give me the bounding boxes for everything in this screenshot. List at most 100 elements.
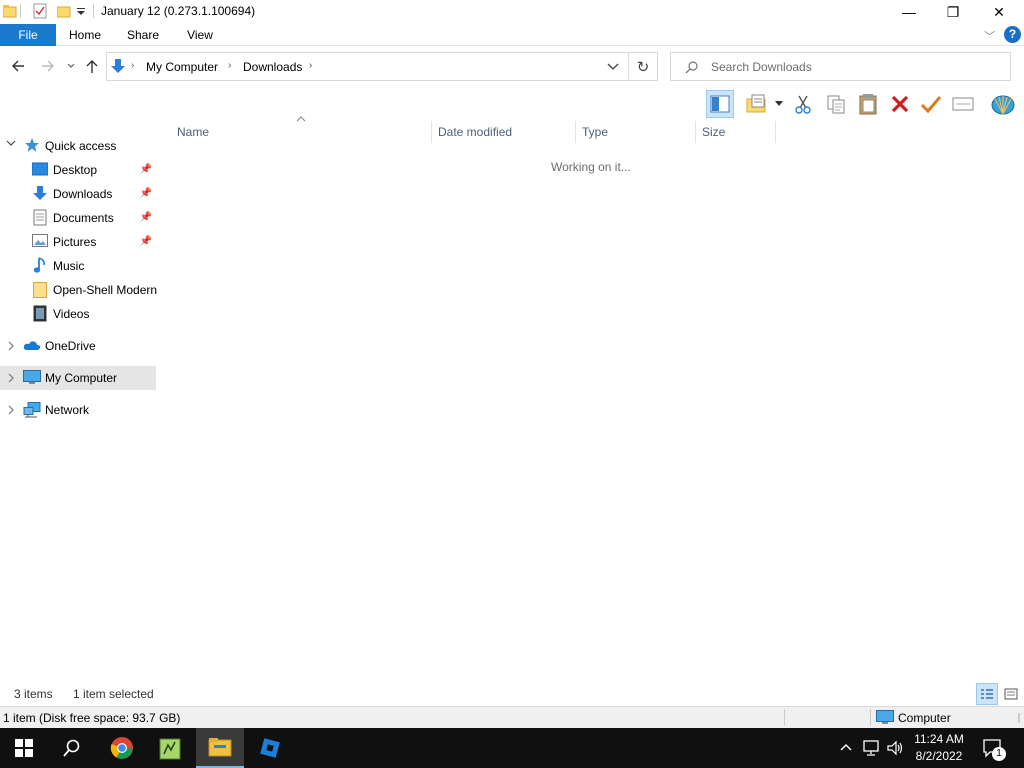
pin-icon[interactable]: 📌 <box>140 164 152 175</box>
location-text: Computer <box>898 711 951 725</box>
column-header-type[interactable]: Type <box>576 121 696 143</box>
close-button[interactable]: ✕ <box>976 0 1022 24</box>
restore-button[interactable]: ❐ <box>930 0 976 24</box>
envelope-icon <box>952 96 974 112</box>
nav-item-videos[interactable]: Videos <box>0 302 156 326</box>
chevron-right-icon[interactable] <box>8 405 16 415</box>
pin-icon[interactable]: 📌 <box>140 236 152 247</box>
recent-locations-chevron-icon[interactable] <box>66 62 76 70</box>
nav-label: Desktop <box>53 163 98 177</box>
pictures-icon <box>32 234 48 248</box>
pin-icon[interactable]: 📌 <box>140 212 152 223</box>
delete-button[interactable] <box>887 91 913 117</box>
nav-item-downloads[interactable]: Downloads 📌 <box>0 182 156 206</box>
search-placeholder: Search Downloads <box>711 60 812 74</box>
volume-icon[interactable] <box>886 739 904 757</box>
window-title: January 12 (0.273.1.100694) <box>101 4 256 18</box>
windows-logo-icon <box>15 739 33 757</box>
nav-my-computer[interactable]: My Computer <box>0 366 156 390</box>
details-view-icon <box>981 689 993 699</box>
nav-item-pictures[interactable]: Pictures 📌 <box>0 230 156 254</box>
folder-icon <box>33 282 47 298</box>
title-bar: January 12 (0.273.1.100694) — ❐ ✕ <box>0 0 1024 24</box>
email-button[interactable] <box>950 91 976 117</box>
copy-button[interactable] <box>823 91 849 117</box>
star-icon <box>24 137 40 153</box>
blue-app-icon <box>260 738 280 758</box>
computer-icon <box>23 370 41 385</box>
refresh-button[interactable]: ↻ <box>629 52 658 81</box>
file-explorer-taskbar-button[interactable] <box>196 728 244 768</box>
tab-file[interactable]: File <box>0 24 56 46</box>
clock[interactable]: 11:24 AM 8/2/2022 <box>910 731 968 765</box>
breadcrumb-separator-icon[interactable]: › <box>309 60 312 71</box>
nav-label: Videos <box>53 307 90 321</box>
address-dropdown-icon[interactable] <box>607 63 619 71</box>
nav-item-documents[interactable]: Documents 📌 <box>0 206 156 230</box>
chrome-taskbar-button[interactable] <box>98 728 146 768</box>
new-folder-button[interactable] <box>744 91 770 117</box>
back-arrow-icon[interactable] <box>10 59 26 73</box>
nav-label: Music <box>53 259 85 273</box>
cloud-icon <box>23 340 41 351</box>
nav-label: My Computer <box>45 371 118 385</box>
details-view-button[interactable] <box>976 683 998 705</box>
breadcrumb-my-computer[interactable]: My Computer <box>146 60 218 74</box>
settings-shell-button[interactable] <box>990 91 1016 117</box>
chevron-down-icon[interactable] <box>6 140 16 148</box>
forward-arrow-icon[interactable] <box>40 59 56 73</box>
nav-item-music[interactable]: Music <box>0 254 156 278</box>
pin-icon[interactable]: 📌 <box>140 188 152 199</box>
network-tray-icon[interactable] <box>862 739 880 757</box>
customize-quick-access-icon[interactable] <box>76 7 86 17</box>
show-hidden-icons-icon[interactable] <box>839 740 853 754</box>
status-bar: 3 items 1 item selected <box>0 683 1024 705</box>
nav-label: Pictures <box>53 235 97 249</box>
search-input[interactable]: Search Downloads <box>670 52 1011 81</box>
notepad-plus-icon <box>159 738 181 760</box>
nav-label: OneDrive <box>45 339 96 353</box>
checkmark-icon <box>920 94 942 114</box>
preview-pane-button[interactable] <box>706 90 734 118</box>
new-folder-icon[interactable] <box>57 4 71 18</box>
search-button[interactable] <box>48 728 96 768</box>
help-icon[interactable]: ? <box>1004 26 1021 43</box>
notepad-plus-taskbar-button[interactable] <box>146 728 194 768</box>
properties-icon[interactable] <box>33 3 47 19</box>
column-header-name[interactable]: Name <box>171 121 432 143</box>
nav-network[interactable]: Network <box>0 398 156 422</box>
nav-quick-access[interactable]: Quick access <box>0 134 156 158</box>
column-header-size[interactable]: Size <box>696 121 776 143</box>
large-icons-view-button[interactable] <box>1000 683 1022 705</box>
column-header-date-modified[interactable]: Date modified <box>432 121 576 143</box>
tab-home[interactable]: Home <box>62 24 108 46</box>
new-folder-dropdown[interactable] <box>772 91 786 117</box>
minimize-button[interactable]: — <box>886 0 932 24</box>
clock-time: 11:24 AM <box>914 732 964 746</box>
documents-icon <box>33 209 47 226</box>
breadcrumb-separator-icon[interactable]: › <box>131 60 134 71</box>
clock-date: 8/2/2022 <box>915 749 963 763</box>
tab-share[interactable]: Share <box>120 24 166 46</box>
properties-button[interactable] <box>918 91 944 117</box>
paste-button[interactable] <box>855 91 881 117</box>
nav-item-open-shell-modern[interactable]: Open-Shell Modern <box>0 278 157 302</box>
resize-grip[interactable] <box>1012 711 1020 725</box>
up-arrow-icon[interactable] <box>85 58 99 74</box>
address-bar[interactable]: › My Computer › Downloads › <box>106 52 629 81</box>
navigation-bar: › My Computer › Downloads › ↻ Search Dow… <box>0 47 1024 87</box>
chevron-right-icon[interactable] <box>8 373 16 383</box>
nav-item-desktop[interactable]: Desktop 📌 <box>0 158 156 182</box>
downloads-icon <box>32 185 48 202</box>
item-count: 3 items <box>14 687 53 701</box>
breadcrumb-separator-icon[interactable]: › <box>228 60 231 71</box>
expand-ribbon-icon[interactable]: ﹀ <box>984 28 995 44</box>
computer-icon <box>876 710 894 725</box>
cut-button[interactable] <box>790 91 816 117</box>
app-taskbar-button[interactable] <box>246 728 294 768</box>
tab-view[interactable]: View <box>178 24 222 46</box>
breadcrumb-downloads[interactable]: Downloads <box>243 60 302 74</box>
start-button[interactable] <box>0 728 48 768</box>
chevron-right-icon[interactable] <box>8 341 16 351</box>
nav-onedrive[interactable]: OneDrive <box>0 334 156 358</box>
